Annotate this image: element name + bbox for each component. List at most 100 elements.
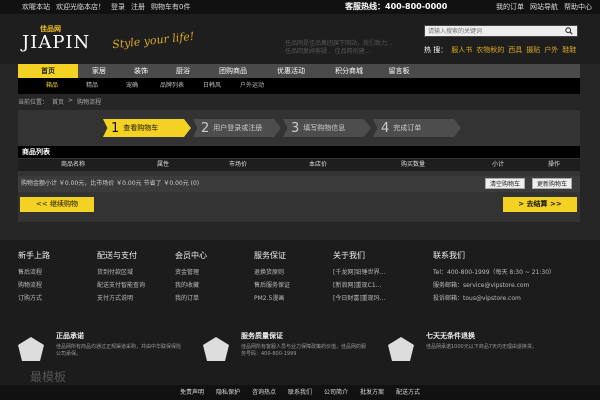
search-box bbox=[424, 25, 578, 37]
hot-item[interactable]: 户外 bbox=[544, 45, 558, 55]
nav-item-home[interactable]: 首页 bbox=[18, 64, 78, 78]
footer-link[interactable]: 货到付款区域 bbox=[97, 266, 145, 279]
bottom-link[interactable]: 批发方案 bbox=[360, 385, 384, 400]
footer-link[interactable]: PM2.5漫画 bbox=[254, 292, 290, 305]
footer-link[interactable]: 配送支付智能查询 bbox=[97, 279, 145, 292]
my-order-link[interactable]: 我的订单 bbox=[496, 0, 524, 14]
badge-desc: 佳品网承诺1000元以下商品7天内无理由退换货。 bbox=[426, 344, 537, 350]
col-header: 购买数量 bbox=[400, 161, 425, 168]
watermark: 最模板 bbox=[30, 370, 67, 384]
continue-shopping-button[interactable]: << 继续购物 bbox=[20, 197, 94, 212]
hot-item[interactable]: 服人书 bbox=[451, 45, 472, 55]
contact-line: 投诉邮箱：tous@vipstore.com bbox=[433, 295, 521, 302]
slogan: Style your life! bbox=[111, 29, 195, 52]
hot-item[interactable]: 西具 bbox=[508, 45, 522, 55]
badge-service: 服务质量保证 佳品网所有客服人员与业力保障政策的价值，佳品网的服务号码：400-… bbox=[203, 333, 373, 373]
bottom-link[interactable]: 联系我们 bbox=[288, 385, 312, 400]
footer-link[interactable]: 我的订单 bbox=[175, 292, 207, 305]
table-header: 商品名称 属性 市场价 本店价 购买数量 小计 操作 bbox=[18, 159, 580, 171]
service-badges: 正品承诺 佳品网所有商品均通过正规渠道采购，并由中华联保保险公司承保。 服务质量… bbox=[18, 333, 580, 373]
checkout-button[interactable]: > 去结算 >> bbox=[503, 197, 577, 212]
bottom-link[interactable]: 隐私保护 bbox=[216, 385, 240, 400]
breadcrumb-home[interactable]: 首页 bbox=[52, 97, 64, 106]
step-label: 查看购物车 bbox=[123, 124, 159, 132]
footer-link[interactable]: [新浪网]重现C1... bbox=[333, 279, 385, 292]
hot-item[interactable]: 鞋鞋 bbox=[562, 45, 576, 55]
subnav-item[interactable]: 精品 bbox=[72, 78, 112, 94]
service-icon bbox=[203, 337, 229, 361]
footer-col-title: 会员中心 bbox=[175, 251, 207, 260]
footer-link[interactable]: 我的收藏 bbox=[175, 279, 207, 292]
nav-item[interactable]: 积分商城 bbox=[320, 64, 378, 78]
nav-item[interactable]: 团购商品 bbox=[204, 64, 262, 78]
subnav-item[interactable]: 宠确 bbox=[112, 78, 152, 94]
logo[interactable]: JIAPIN bbox=[22, 32, 90, 53]
step-4: 4 完成订单 bbox=[373, 119, 461, 137]
badge-return: 七天无条件退换 佳品网承诺1000元以下商品7天内无理由退换货。 bbox=[388, 333, 558, 373]
footer-link[interactable]: [今日财富]重现玛... bbox=[333, 292, 385, 305]
footer-link[interactable]: 资金管理 bbox=[175, 266, 207, 279]
bottom-link[interactable]: 公司简介 bbox=[324, 385, 348, 400]
seven-day-icon bbox=[388, 337, 414, 361]
step-2: 2 用户登录或注册 bbox=[193, 119, 281, 137]
subnav-item[interactable]: 日韩风 bbox=[192, 78, 232, 94]
bottom-link[interactable]: 免责声明 bbox=[180, 385, 204, 400]
breadcrumb-current: 购物流程 bbox=[77, 99, 102, 106]
bottom-link[interactable]: 咨询热点 bbox=[252, 385, 276, 400]
footer-link[interactable]: [千龙网]铅锤世界... bbox=[333, 266, 385, 279]
search-input[interactable] bbox=[425, 26, 555, 36]
welcome-link[interactable]: 欢喔本站 bbox=[22, 0, 50, 14]
search-icon[interactable] bbox=[565, 27, 573, 35]
hot-item[interactable]: 农物秋的 bbox=[476, 45, 504, 55]
top-bar: 欢喔本站 欢迎光临本店！ 登录 注册 购物车有0件 客服热线：400-800-0… bbox=[0, 0, 600, 14]
nav-item[interactable]: 留言板 bbox=[378, 64, 420, 78]
badge-title: 七天无条件退换 bbox=[426, 332, 475, 340]
hot-item[interactable]: 摄贴 bbox=[526, 45, 540, 55]
cart-link[interactable]: 购物车有0件 bbox=[151, 0, 190, 14]
main-nav: 首页 家居 装饰 厨浴 团购商品 优惠活动 积分商城 留言板 bbox=[18, 64, 580, 78]
step-num: 2 bbox=[201, 121, 210, 136]
footer-link[interactable]: 售后流程 bbox=[18, 266, 50, 279]
contact-line: 服务邮箱：service@vipstore.com bbox=[433, 282, 530, 289]
subnav-item[interactable]: 品牌列表 bbox=[152, 78, 192, 94]
footer-col: 新手上路 售后流程 购物流程 订购方式 bbox=[18, 249, 50, 305]
hello-text: 欢迎光临本店！ bbox=[56, 3, 105, 11]
help-link[interactable]: 帮助中心 bbox=[564, 0, 592, 14]
subnav-item[interactable]: 户外运动 bbox=[232, 78, 272, 94]
bottom-links: 免责声明 隐私保护 咨询热点 联系我们 公司简介 批发方案 配送方式 bbox=[0, 385, 600, 400]
site-nav-link[interactable]: 网站导航 bbox=[530, 0, 558, 14]
hotline: 客服热线：400-800-0000 bbox=[345, 2, 448, 11]
footer-link[interactable]: 支付方式说明 bbox=[97, 292, 145, 305]
nav-item[interactable]: 厨浴 bbox=[162, 64, 204, 78]
hot-search: 热 搜： 服人书 农物秋的 西具 摄贴 户外 鞋鞋 bbox=[424, 45, 576, 55]
subnav-item[interactable]: 箱品 bbox=[32, 78, 72, 94]
footer-col-title: 联系我们 bbox=[433, 251, 465, 260]
step-num: 1 bbox=[111, 121, 120, 136]
footer-link[interactable]: 订购方式 bbox=[18, 292, 50, 305]
col-header: 小计 bbox=[491, 161, 504, 168]
footer-col-title: 服务保证 bbox=[254, 251, 286, 260]
nav-item[interactable]: 优惠活动 bbox=[262, 64, 320, 78]
badge-title: 服务质量保证 bbox=[241, 332, 283, 340]
nav-item[interactable]: 装饰 bbox=[120, 64, 162, 78]
update-cart-button[interactable]: 更新购物车 bbox=[532, 178, 573, 189]
footer-col: 会员中心 资金管理 我的收藏 我的订单 bbox=[175, 249, 207, 305]
footer-link[interactable]: 退换货原则 bbox=[254, 266, 290, 279]
breadcrumb-sep: > bbox=[68, 97, 74, 104]
step-3: 3 填写购物信息 bbox=[283, 119, 371, 137]
footer-col: 关于我们 [千龙网]铅锤世界... [新浪网]重现C1... [今日财富]重现玛… bbox=[333, 249, 385, 305]
footer-link[interactable]: 售后服务保证 bbox=[254, 279, 290, 292]
col-header: 商品名称 bbox=[60, 161, 85, 168]
clear-cart-button[interactable]: 清空购物车 bbox=[485, 178, 526, 189]
checkout-steps: 1 查看购物车 2 用户登录或注册 3 填写购物信息 4 完成订单 bbox=[103, 119, 463, 137]
step-label: 用户登录或注册 bbox=[213, 124, 263, 132]
nav-item[interactable]: 家居 bbox=[78, 64, 120, 78]
breadcrumb-label: 当前位置： bbox=[18, 99, 49, 106]
col-header: 市场价 bbox=[228, 161, 247, 168]
page: { "topbar":{"welcome":"欢喔本站","hello":"欢迎… bbox=[0, 0, 600, 400]
footer-link[interactable]: 购物流程 bbox=[18, 279, 50, 292]
bottom-link[interactable]: 配送方式 bbox=[396, 385, 420, 400]
register-link[interactable]: 注册 bbox=[131, 0, 145, 14]
login-link[interactable]: 登录 bbox=[111, 0, 125, 14]
col-header: 本店价 bbox=[308, 161, 327, 168]
